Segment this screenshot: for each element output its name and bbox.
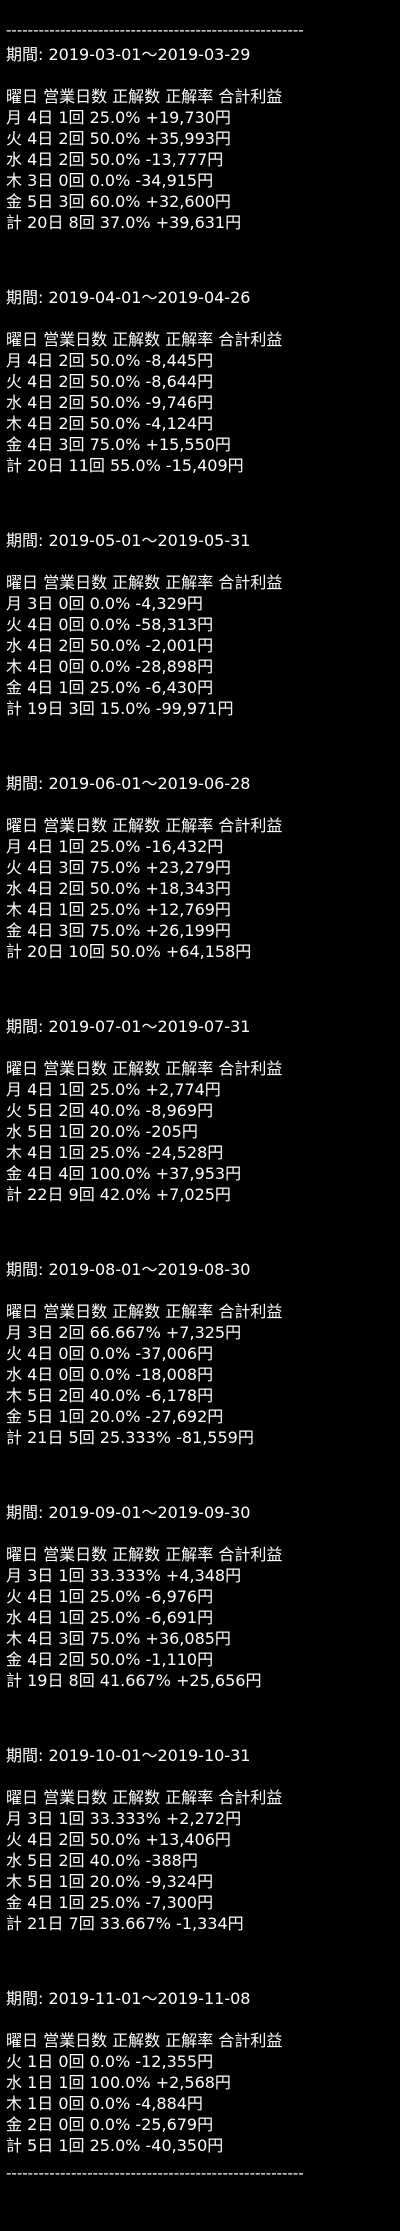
weekday-row: 月 3日 1回 33.333% +2,272円 [6,1809,242,1828]
period-block: 期間: 2019-09-01～2019-09-30 曜日 営業日数 正解数 正解率… [6,1502,394,1745]
period-block: 期間: 2019-03-01～2019-03-29 曜日 営業日数 正解数 正解率… [6,44,394,287]
period-label: 期間: 2019-06-01～2019-06-28 [6,774,251,793]
weekday-row: 木 5日 1回 20.0% -9,324円 [6,1872,214,1891]
total-row: 計 5日 1回 25.0% -40,350円 [6,2136,224,2155]
total-row: 計 21日 7回 33.667% -1,334円 [6,1914,244,1933]
total-row: 計 19日 8回 41.667% +25,656円 [6,1671,262,1690]
weekday-row: 木 5日 2回 40.0% -6,178円 [6,1386,214,1405]
weekday-row: 火 4日 2回 50.0% +13,406円 [6,1830,231,1849]
weekday-row: 金 5日 1回 20.0% -27,692円 [6,1407,224,1426]
column-headers: 曜日 営業日数 正解数 正解率 合計利益 [6,1545,283,1564]
weekday-row: 火 4日 0回 0.0% -58,313円 [6,615,214,634]
period-block: 期間: 2019-04-01～2019-04-26 曜日 営業日数 正解数 正解率… [6,287,394,530]
weekday-row: 月 4日 1回 25.0% +19,730円 [6,108,231,127]
period-label: 期間: 2019-09-01～2019-09-30 [6,1503,251,1522]
weekday-row: 木 4日 1回 25.0% -24,528円 [6,1143,224,1162]
weekday-row: 火 5日 2回 40.0% -8,969円 [6,1101,214,1120]
weekday-row: 火 4日 1回 25.0% -6,976円 [6,1587,214,1606]
weekday-row: 月 3日 0回 0.0% -4,329円 [6,594,203,613]
weekday-row: 金 4日 1回 25.0% -7,300円 [6,1893,214,1912]
weekday-row: 木 1日 0回 0.0% -4,884円 [6,2094,203,2113]
total-row: 計 20日 11回 55.0% -15,409円 [6,456,244,475]
period-block: 期間: 2019-05-01～2019-05-31 曜日 営業日数 正解数 正解率… [6,530,394,773]
weekday-row: 水 1日 1回 100.0% +2,568円 [6,2073,231,2092]
weekday-row: 金 4日 4回 100.0% +37,953円 [6,1164,242,1183]
weekday-row: 月 3日 2回 66.667% +7,325円 [6,1323,242,1342]
total-row: 計 21日 5回 25.333% -81,559円 [6,1428,254,1447]
period-label: 期間: 2019-05-01～2019-05-31 [6,531,251,550]
period-label: 期間: 2019-10-01～2019-10-31 [6,1746,251,1765]
period-label: 期間: 2019-11-01～2019-11-08 [6,1989,251,2008]
weekday-row: 月 4日 1回 25.0% +2,774円 [6,1080,221,1099]
period-block: 期間: 2019-10-01～2019-10-31 曜日 営業日数 正解数 正解率… [6,1745,394,1988]
weekday-row: 木 3日 0回 0.0% -34,915円 [6,171,214,190]
total-row: 計 19日 3回 15.0% -99,971円 [6,699,234,718]
weekday-row: 水 4日 2回 50.0% -9,746円 [6,393,214,412]
period-block: 期間: 2019-07-01～2019-07-31 曜日 営業日数 正解数 正解率… [6,1016,394,1259]
top-divider: ----------------------------------------… [6,21,304,39]
weekday-row: 水 4日 1回 25.0% -6,691円 [6,1608,214,1627]
column-headers: 曜日 営業日数 正解数 正解率 合計利益 [6,816,283,835]
weekday-row: 水 5日 1回 20.0% -205円 [6,1122,198,1141]
column-headers: 曜日 営業日数 正解数 正解率 合計利益 [6,1059,283,1078]
column-headers: 曜日 営業日数 正解数 正解率 合計利益 [6,1302,283,1321]
weekday-row: 木 4日 2回 50.0% -4,124円 [6,414,214,433]
bottom-divider: ----------------------------------------… [6,2164,304,2182]
weekday-row: 水 4日 2回 50.0% -13,777円 [6,150,224,169]
weekday-row: 火 1日 0回 0.0% -12,355円 [6,2052,214,2071]
weekday-row: 金 5日 3回 60.0% +32,600円 [6,192,231,211]
column-headers: 曜日 営業日数 正解数 正解率 合計利益 [6,1788,283,1807]
weekday-row: 木 4日 1回 25.0% +12,769円 [6,900,231,919]
period-label: 期間: 2019-03-01～2019-03-29 [6,45,251,64]
weekday-row: 木 4日 0回 0.0% -28,898円 [6,657,214,676]
weekday-row: 火 4日 3回 75.0% +23,279円 [6,858,231,877]
weekday-row: 金 4日 2回 50.0% -1,110円 [6,1650,214,1669]
weekday-row: 水 4日 2回 50.0% -2,001円 [6,636,214,655]
period-block: 期間: 2019-08-01～2019-08-30 曜日 営業日数 正解数 正解率… [6,1259,394,1502]
period-block: 期間: 2019-06-01～2019-06-28 曜日 営業日数 正解数 正解率… [6,773,394,1016]
column-headers: 曜日 営業日数 正解数 正解率 合計利益 [6,573,283,592]
weekday-row: 月 4日 2回 50.0% -8,445円 [6,351,214,370]
weekday-row: 水 4日 2回 50.0% +18,343円 [6,879,231,898]
weekday-row: 月 4日 1回 25.0% -16,432円 [6,837,224,856]
weekday-row: 水 5日 2回 40.0% -388円 [6,1851,198,1870]
total-row: 計 22日 9回 42.0% +7,025円 [6,1185,231,1204]
weekday-row: 金 4日 3回 75.0% +15,550円 [6,435,231,454]
period-label: 期間: 2019-08-01～2019-08-30 [6,1260,251,1279]
weekday-row: 火 4日 2回 50.0% +35,993円 [6,129,231,148]
column-headers: 曜日 営業日数 正解数 正解率 合計利益 [6,2031,283,2050]
period-block: 期間: 2019-11-01～2019-11-08 曜日 営業日数 正解数 正解率… [6,1988,394,2231]
weekday-row: 木 4日 3回 75.0% +36,085円 [6,1629,231,1648]
weekday-row: 火 4日 0回 0.0% -37,006円 [6,1344,214,1363]
weekday-row: 火 4日 2回 50.0% -8,644円 [6,372,214,391]
total-row: 計 20日 10回 50.0% +64,158円 [6,942,252,961]
weekday-row: 金 4日 3回 75.0% +26,199円 [6,921,231,940]
results-log: 期間: 2019-03-01～2019-03-29 曜日 営業日数 正解数 正解率… [6,44,394,2231]
weekday-row: 月 3日 1回 33.333% +4,348円 [6,1566,242,1585]
weekday-row: 金 2日 0回 0.0% -25,679円 [6,2115,214,2134]
total-row: 計 20日 8回 37.0% +39,631円 [6,213,242,232]
period-label: 期間: 2019-07-01～2019-07-31 [6,1017,251,1036]
weekday-row: 水 4日 0回 0.0% -18,008円 [6,1365,214,1384]
column-headers: 曜日 営業日数 正解数 正解率 合計利益 [6,87,283,106]
weekday-row: 金 4日 1回 25.0% -6,430円 [6,678,214,697]
period-label: 期間: 2019-04-01～2019-04-26 [6,288,251,307]
column-headers: 曜日 営業日数 正解数 正解率 合計利益 [6,330,283,349]
